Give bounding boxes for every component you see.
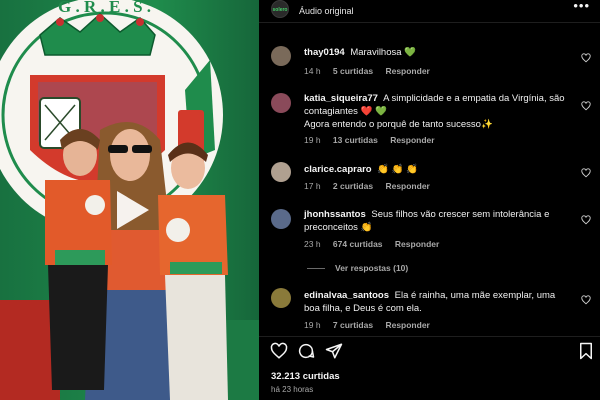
play-button[interactable]: [105, 185, 155, 235]
comment-meta: 19 h 13 curtidas Responder: [304, 135, 445, 145]
comment-likes[interactable]: 13 curtidas: [333, 135, 378, 145]
comment-meta: 14 h 5 curtidas Responder: [304, 66, 440, 76]
banner-letters: G . R . E . S .: [58, 0, 151, 16]
reply-button[interactable]: Responder: [395, 239, 439, 249]
comment-text: 👏 👏 👏: [377, 164, 419, 175]
comment-likes[interactable]: 7 curtidas: [333, 320, 373, 330]
comment-body: katia_siqueira77 A simplicidade e a empa…: [304, 92, 572, 131]
post-timestamp: há 23 horas: [271, 385, 314, 394]
comment-icon[interactable]: [297, 342, 315, 360]
author-avatar[interactable]: solero: [271, 0, 289, 18]
post-panel: solero Áudio original ••• thay0194 Marav…: [259, 0, 600, 400]
comment-time: 14 h: [304, 66, 321, 76]
comment-time: 19 h: [304, 320, 321, 330]
comment-username[interactable]: jhonhssantos: [304, 209, 366, 220]
video-player[interactable]: G . R . E . S .: [0, 0, 259, 400]
comment-likes[interactable]: 5 curtidas: [333, 66, 373, 76]
post-header: solero Áudio original •••: [259, 0, 600, 22]
comment-time: 23 h: [304, 239, 321, 249]
comment-time: 19 h: [304, 135, 321, 145]
heart-icon[interactable]: [581, 53, 591, 63]
header-divider: [259, 22, 600, 23]
view-replies-button[interactable]: Ver respostas (10): [307, 263, 408, 273]
comment-avatar[interactable]: [271, 209, 291, 229]
comment-username[interactable]: edinalvaa_santoos: [304, 290, 389, 301]
avatar-text: solero: [272, 7, 288, 13]
comment-username[interactable]: thay0194: [304, 47, 345, 58]
reply-button[interactable]: Responder: [390, 135, 434, 145]
play-icon: [117, 191, 149, 229]
reply-button[interactable]: Responder: [385, 66, 429, 76]
comment-meta: 23 h 674 curtidas Responder: [304, 239, 449, 249]
heart-icon[interactable]: [581, 295, 591, 305]
comment-likes[interactable]: 2 curtidas: [333, 181, 373, 191]
comment-avatar[interactable]: [271, 46, 291, 66]
green-heart-emoji: 💚: [404, 47, 417, 58]
comment-username[interactable]: clarice.capraro: [304, 164, 372, 175]
comment-meta: 19 h 7 curtidas Responder: [304, 320, 440, 330]
comment-text-line2: Agora entendo o porquê de tanto sucesso✨: [304, 119, 493, 130]
audio-link[interactable]: Áudio original: [299, 6, 354, 16]
comment-body: clarice.capraro 👏 👏 👏: [304, 163, 572, 176]
comment-time: 17 h: [304, 181, 321, 191]
more-options-button[interactable]: •••: [573, 0, 590, 13]
heart-icon[interactable]: [581, 168, 591, 178]
comment-body: jhonhssantos Seus filhos vão crescer sem…: [304, 208, 572, 234]
reply-button[interactable]: Responder: [385, 181, 429, 191]
comment-text: Maravilhosa: [350, 47, 402, 58]
comment-username[interactable]: katia_siqueira77: [304, 93, 378, 104]
heart-icon[interactable]: [581, 101, 591, 111]
comment-likes[interactable]: 674 curtidas: [333, 239, 383, 249]
reply-button[interactable]: Responder: [385, 320, 429, 330]
comment-body: thay0194 Maravilhosa 💚: [304, 46, 572, 59]
bookmark-icon[interactable]: [577, 342, 595, 360]
more-horizontal-icon: •••: [573, 0, 590, 13]
comment-avatar[interactable]: [271, 93, 291, 113]
view-replies-label: Ver respostas (10): [335, 263, 409, 273]
comment-avatar[interactable]: [271, 288, 291, 308]
heart-icon[interactable]: [270, 342, 288, 360]
heart-icon[interactable]: [581, 215, 591, 225]
likes-count[interactable]: 32.213 curtidas: [271, 371, 340, 382]
share-icon[interactable]: [325, 342, 343, 360]
comment-body: edinalvaa_santoos Ela é rainha, uma mãe …: [304, 289, 572, 315]
replies-line: [307, 268, 325, 270]
actions-divider: [259, 336, 600, 337]
comment-meta: 17 h 2 curtidas Responder: [304, 181, 440, 191]
comment-avatar[interactable]: [271, 162, 291, 182]
